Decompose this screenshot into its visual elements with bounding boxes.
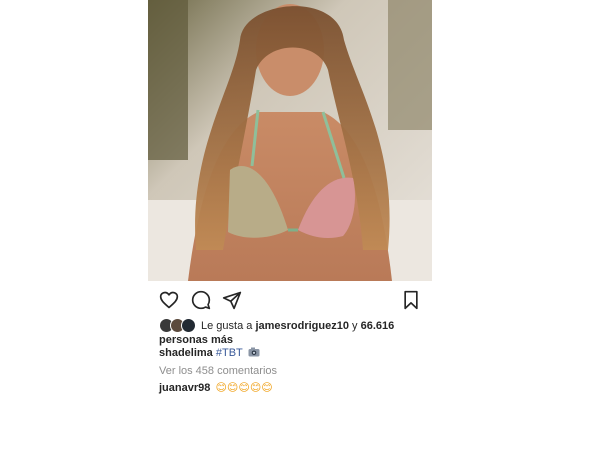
post-caption: shadelima #TBT [159,347,260,359]
share-icon [222,291,242,310]
comment-button[interactable] [191,290,211,310]
action-bar [148,290,432,310]
share-button[interactable] [222,290,242,310]
post-photo[interactable] [148,0,432,281]
caption-hashtag[interactable]: #TBT [216,347,243,359]
liker-username[interactable]: jamesrodriguez10 [255,320,349,332]
heart-icon [159,291,179,309]
comment-text: 😊😊😊😊😊 [215,381,273,394]
liker-avatars[interactable] [159,318,197,333]
bookmark-icon [404,290,418,310]
view-all-comments-link[interactable]: Ver los 458 comentarios [159,365,277,377]
likes-suffix[interactable]: personas más [159,334,233,346]
likes-connector: y [352,320,358,332]
comment-icon [191,290,211,310]
camera-emoji-icon [248,347,260,357]
comment-item: juanavr98 😊😊😊😊😊 [159,381,273,394]
post-photo-image [148,0,432,281]
likes-count[interactable]: 66.616 [361,320,395,332]
caption-username[interactable]: shadelima [159,347,213,359]
like-button[interactable] [159,290,179,310]
comment-username[interactable]: juanavr98 [159,382,210,394]
instagram-post: Le gusta a jamesrodriguez10 y 66.616 per… [148,0,432,400]
likes-summary: Le gusta a jamesrodriguez10 y 66.616 per… [159,318,421,347]
save-button[interactable] [401,290,421,310]
avatar [181,318,196,333]
likes-prefix: Le gusta a [201,320,253,332]
